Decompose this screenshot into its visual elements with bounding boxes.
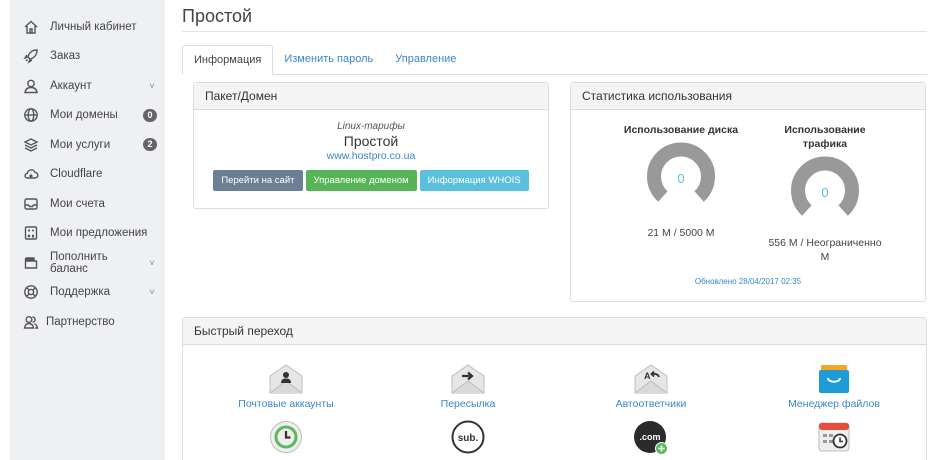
- svg-text:A: A: [644, 371, 651, 381]
- disk-usage-title: Использование диска: [623, 124, 739, 136]
- users-icon: [22, 313, 40, 331]
- sidebar-item-label: Аккаунт: [50, 79, 92, 92]
- chevron-down-icon: ˅: [149, 80, 155, 91]
- sidebar-item-label: Поддержка: [50, 286, 110, 299]
- disk-usage-value: 21 M / 5000 M: [647, 227, 715, 239]
- package-actions: Перейти на сайт Управление доменом Инфор…: [194, 170, 548, 191]
- shortcut-autoresponders[interactable]: A Автоответчики: [571, 364, 731, 410]
- sidebar-item-order[interactable]: Заказ: [10, 42, 165, 72]
- sidebar-item-support[interactable]: Поддержка ˅: [10, 278, 165, 308]
- manage-domain-button[interactable]: Управление доменом: [305, 170, 417, 191]
- title-divider: [182, 31, 927, 32]
- sidebar-item-quotes[interactable]: Мои предложения: [10, 219, 165, 249]
- sidebar-item-label: Cloudflare: [50, 168, 103, 181]
- svg-text:.com: .com: [639, 432, 660, 442]
- tab-information[interactable]: Информация: [182, 45, 274, 75]
- package-name: Простой: [343, 133, 399, 149]
- shortcut-label: Автоответчики: [615, 398, 687, 410]
- file-manager-icon: [819, 365, 849, 393]
- shortcut-scheduler[interactable]: [754, 420, 914, 454]
- shortcut-forwarders[interactable]: Пересылка: [388, 364, 548, 410]
- tab-bar: Информация Изменить пароль Управление: [182, 45, 927, 75]
- shortcut-label: Пересылка: [440, 398, 496, 410]
- shortcut-label: Почтовые аккаунты: [238, 398, 334, 410]
- layers-icon: [22, 136, 40, 154]
- traffic-usage: Использование трафика 0 556 M / Неограни…: [755, 123, 895, 264]
- shortcut-label: Менеджер файлов: [788, 398, 880, 410]
- mail-forward-icon: [451, 364, 485, 394]
- goto-site-button[interactable]: Перейти на сайт: [213, 170, 303, 191]
- sidebar-item-account[interactable]: Аккаунт ˅: [10, 71, 165, 101]
- sidebar-item-cloudflare[interactable]: Cloudflare: [10, 160, 165, 190]
- sidebar-item-label: Личный кабинет: [50, 20, 137, 33]
- svg-text:sub.: sub.: [458, 433, 479, 444]
- sidebar-item-dashboard[interactable]: Личный кабинет: [10, 12, 165, 42]
- page-title: Простой: [182, 6, 253, 26]
- traffic-usage-title-line1: Использование: [784, 124, 866, 136]
- disk-gauge: 0: [647, 142, 715, 202]
- package-group: Linux-тарифы: [337, 121, 405, 132]
- sidebar-item-label: Заказ: [50, 50, 81, 63]
- traffic-gauge-value: 0: [821, 185, 828, 200]
- traffic-usage-value-line1: 556 M / Неограниченно: [768, 237, 882, 249]
- sidebar-item-add-funds[interactable]: Пополнить баланс ˅: [10, 248, 165, 278]
- sidebar-item-invoices[interactable]: Мои счета: [10, 189, 165, 219]
- shortcut-cron-jobs[interactable]: [206, 420, 366, 454]
- sidebar-item-services[interactable]: Мои услуги 2: [10, 130, 165, 160]
- sidebar-item-label: Мои счета: [50, 197, 105, 210]
- count-badge: 2: [143, 138, 157, 152]
- traffic-usage-value-line2: M: [820, 251, 830, 263]
- tab-change-password[interactable]: Изменить пароль: [273, 45, 384, 74]
- lifebuoy-icon: [22, 283, 40, 301]
- sidebar-item-label: Партнерство: [46, 315, 115, 328]
- mail-autoreply-icon: A: [634, 364, 668, 394]
- calculator-icon: [22, 224, 40, 242]
- traffic-gauge: 0: [791, 156, 859, 216]
- usage-stats-heading: Статистика использования: [571, 83, 925, 110]
- sidebar-item-label: Мои домены: [50, 109, 118, 122]
- chevron-down-icon: ˅: [149, 287, 155, 298]
- sidebar: Личный кабинет Заказ Аккаунт ˅ Мои домен…: [10, 0, 165, 460]
- calendar-clock-icon: [818, 422, 850, 452]
- user-icon: [22, 77, 40, 95]
- sidebar-item-label: Пополнить баланс: [50, 250, 108, 275]
- shortcut-subdomains[interactable]: sub.: [388, 420, 548, 454]
- package-panel: Пакет/Домен Linux-тарифы Простой www.hos…: [193, 82, 549, 209]
- globe-icon: [22, 106, 40, 124]
- shortcut-email-accounts[interactable]: Почтовые аккаунты: [206, 364, 366, 410]
- shortcut-file-manager[interactable]: Менеджер файлов: [754, 364, 914, 410]
- inbox-icon: [22, 195, 40, 213]
- usage-stats-panel: Статистика использования Использование д…: [570, 82, 926, 302]
- package-info: Linux-тарифы Простой www.hostpro.co.ua П…: [194, 110, 548, 191]
- stats-updated-timestamp: Обновлено 28/04/2017 02:35: [694, 277, 802, 286]
- traffic-usage-title-line2: трафика: [802, 138, 848, 150]
- mail-account-icon: [269, 364, 303, 394]
- sidebar-item-domains[interactable]: Мои домены 0: [10, 101, 165, 131]
- quick-shortcuts-panel: Быстрый переход Почтовые аккаунты Пересы…: [182, 317, 927, 460]
- sidebar-item-label: Мои предложения: [50, 227, 148, 240]
- rocket-icon: [22, 47, 40, 65]
- addon-domain-icon: .com: [634, 421, 668, 455]
- sidebar-item-affiliates[interactable]: Партнерство: [10, 307, 165, 337]
- shortcut-addon-domains[interactable]: .com: [571, 420, 731, 456]
- tab-management[interactable]: Управление: [384, 45, 467, 74]
- sidebar-item-label: Мои услуги: [50, 138, 111, 151]
- disk-usage: Использование диска 0 21 M / 5000 M: [611, 123, 751, 240]
- disk-gauge-value: 0: [677, 171, 684, 186]
- package-panel-heading: Пакет/Домен: [194, 83, 548, 110]
- count-badge: 0: [143, 108, 157, 122]
- package-domain-link[interactable]: www.hostpro.co.ua: [194, 150, 548, 162]
- chevron-down-icon: ˅: [149, 257, 155, 268]
- whois-info-button[interactable]: Информация WHOIS: [419, 170, 529, 191]
- home-icon: [22, 18, 40, 36]
- cloud-icon: [22, 165, 40, 183]
- quick-shortcuts-heading: Быстрый переход: [183, 318, 926, 345]
- wallet-icon: [22, 254, 40, 272]
- subdomain-icon: sub.: [451, 420, 485, 454]
- cron-clock-icon: [270, 421, 302, 453]
